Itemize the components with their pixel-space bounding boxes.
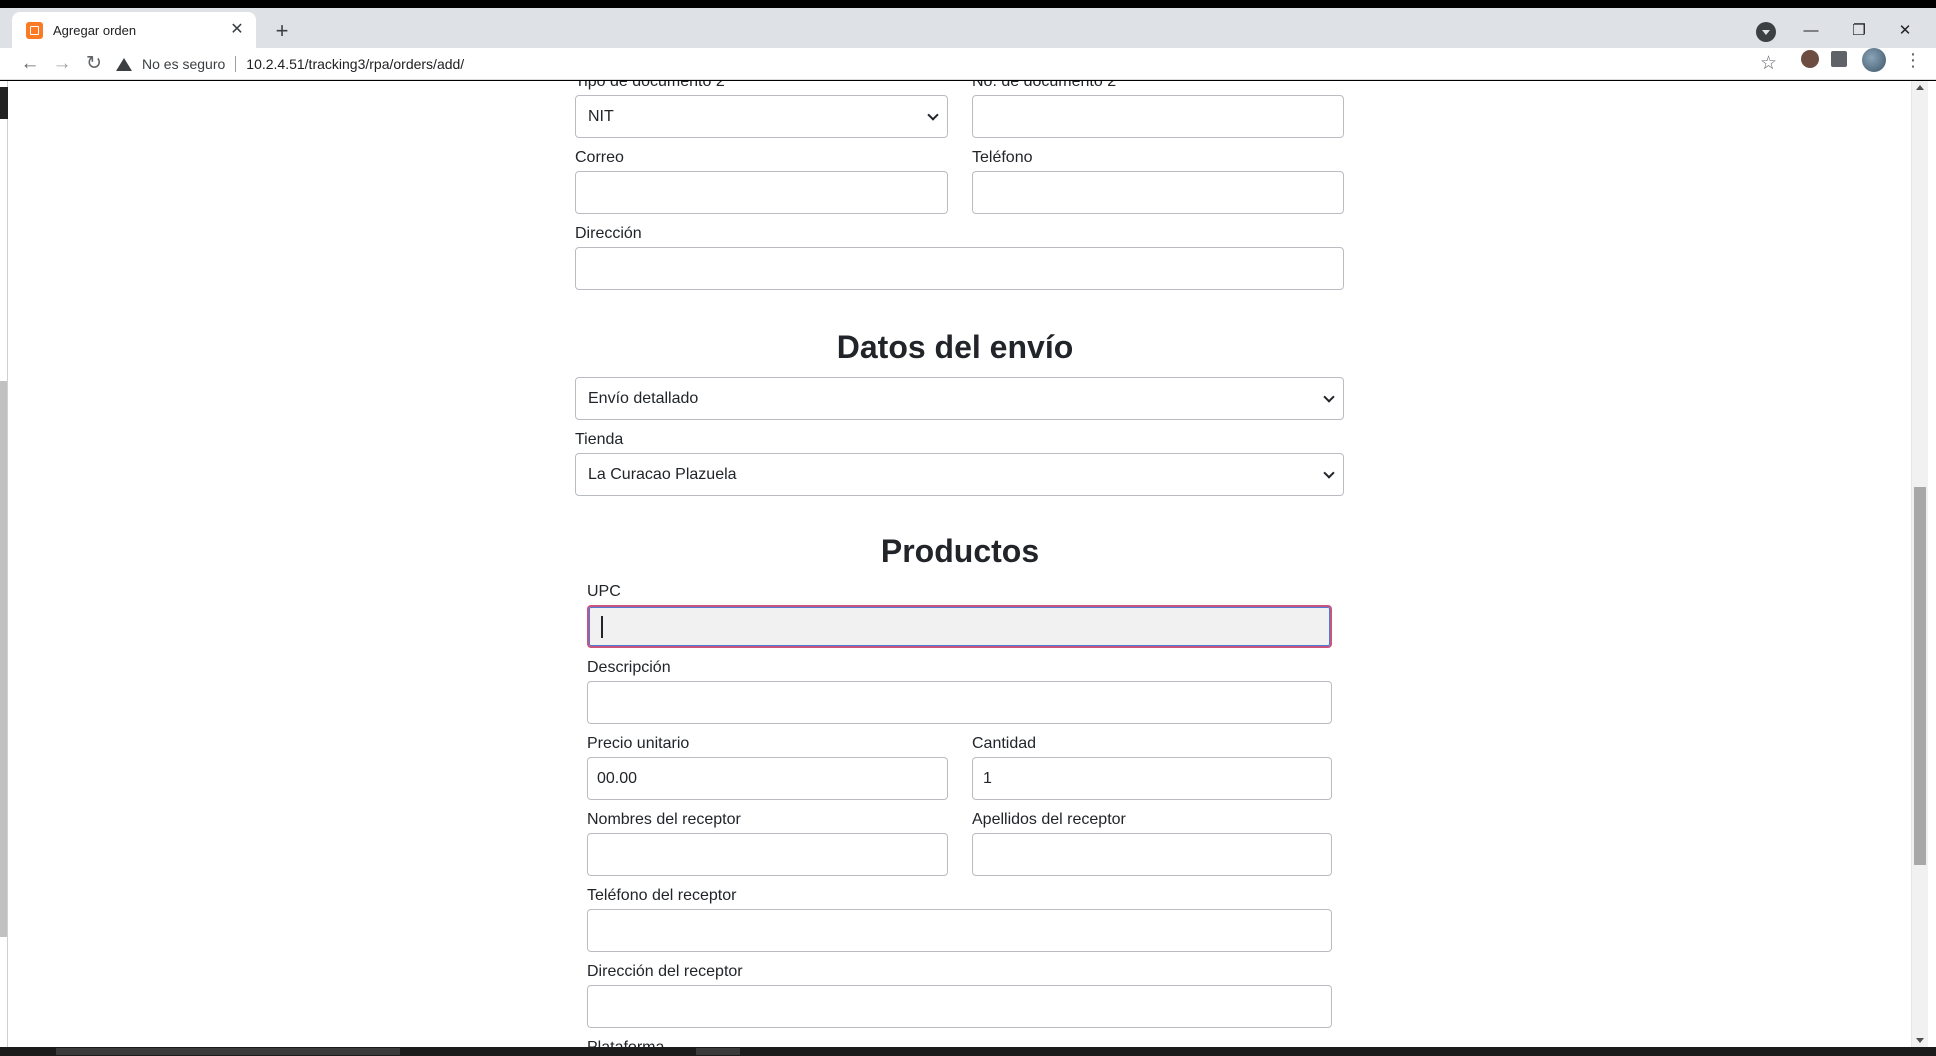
star-icon[interactable]: ☆	[1760, 52, 1777, 76]
new-tab-button[interactable]: +	[268, 18, 296, 46]
shipping-heading: Datos del envío	[836, 329, 1074, 365]
warning-icon	[116, 57, 132, 71]
store-select[interactable]: La Curacao Plazuela	[575, 453, 1344, 496]
receiver-phone-input[interactable]	[587, 909, 1332, 952]
window-top-edge	[0, 0, 1936, 8]
scroll-down-icon[interactable]	[1916, 1038, 1924, 1043]
security-status[interactable]: No es seguro	[142, 56, 225, 72]
scroll-up-icon[interactable]	[1916, 85, 1924, 90]
upc-label: UPC	[587, 583, 621, 600]
address-label: Dirección	[575, 225, 642, 242]
quantity-value: 1	[983, 769, 992, 787]
favicon-icon	[26, 21, 43, 39]
unit-price-value: 00.00	[597, 769, 638, 787]
page-viewport: Tipo de documento 2 NIT No. de documento…	[0, 81, 1936, 1047]
receiver-last-input[interactable]	[972, 833, 1332, 876]
close-icon[interactable]: ✕	[228, 21, 246, 39]
avatar[interactable]	[1862, 48, 1886, 72]
upc-input[interactable]	[587, 605, 1332, 648]
unit-price-input[interactable]: 00.00	[587, 757, 948, 800]
receiver-first-label: Nombres del receptor	[587, 811, 741, 828]
text-caret	[601, 615, 603, 638]
platform-label: Plataforma	[587, 1039, 664, 1047]
unit-price-label: Precio unitario	[587, 735, 690, 752]
close-window-button[interactable]: ✕	[1882, 16, 1928, 48]
taskbar-segment	[696, 1048, 740, 1055]
doc-number2-label: No. de documento 2	[972, 81, 1117, 90]
address-bar[interactable]: No es seguro 10.2.4.51/tracking3/rpa/ord…	[116, 48, 1772, 80]
shipping-type-value: Envío detallado	[588, 389, 699, 407]
quantity-input[interactable]: 1	[972, 757, 1332, 800]
receiver-phone-label: Teléfono del receptor	[587, 887, 737, 904]
description-input[interactable]	[587, 681, 1332, 724]
receiver-last-label: Apellidos del receptor	[972, 811, 1126, 828]
puzzle-icon[interactable]	[1831, 51, 1847, 67]
email-field[interactable]	[575, 171, 948, 214]
scroll-thumb[interactable]	[1914, 487, 1926, 865]
doc-type2-value: NIT	[588, 107, 614, 125]
store-label: Tienda	[575, 431, 624, 448]
page-scrollbar[interactable]	[1911, 81, 1928, 1047]
order-form: Tipo de documento 2 NIT No. de documento…	[0, 81, 1911, 1047]
quantity-label: Cantidad	[972, 735, 1037, 752]
tab-title: Agregar orden	[53, 22, 137, 38]
receiver-address-label: Dirección del receptor	[587, 963, 743, 980]
browser-toolbar: ← → ↻ No es seguro 10.2.4.51/tracking3/r…	[0, 48, 1936, 80]
tab-bar: Agregar orden ✕ + — ❐ ✕	[0, 8, 1936, 48]
store-value: La Curacao Plazuela	[588, 465, 737, 483]
doc-number2-input[interactable]	[972, 95, 1344, 138]
taskbar-segment	[56, 1048, 400, 1055]
phone-label: Teléfono	[972, 149, 1033, 166]
products-heading: Productos	[880, 533, 1040, 569]
restore-button[interactable]: ❐	[1836, 16, 1882, 48]
shipping-type-select[interactable]: Envío detallado	[575, 377, 1344, 420]
forward-icon[interactable]: →	[50, 52, 74, 76]
phone-field[interactable]	[972, 171, 1344, 214]
address-field[interactable]	[575, 247, 1344, 290]
tab-agregar-orden[interactable]: Agregar orden ✕	[12, 12, 256, 48]
tab-search-icon[interactable]	[1756, 22, 1776, 42]
doc-type2-select[interactable]: NIT	[575, 95, 948, 138]
menu-icon[interactable]: ⋮	[1901, 48, 1925, 72]
reload-icon[interactable]: ↻	[82, 52, 106, 76]
url-text[interactable]: 10.2.4.51/tracking3/rpa/orders/add/	[246, 56, 464, 72]
doc-type2-label: Tipo de documento 2	[575, 81, 725, 90]
back-icon[interactable]: ←	[18, 52, 42, 76]
receiver-first-input[interactable]	[587, 833, 948, 876]
email-label: Correo	[575, 149, 624, 166]
description-label: Descripción	[587, 659, 671, 676]
minimize-button[interactable]: —	[1788, 16, 1834, 48]
receiver-address-input[interactable]	[587, 985, 1332, 1028]
extension-icon[interactable]	[1801, 50, 1819, 68]
divider	[235, 56, 237, 72]
